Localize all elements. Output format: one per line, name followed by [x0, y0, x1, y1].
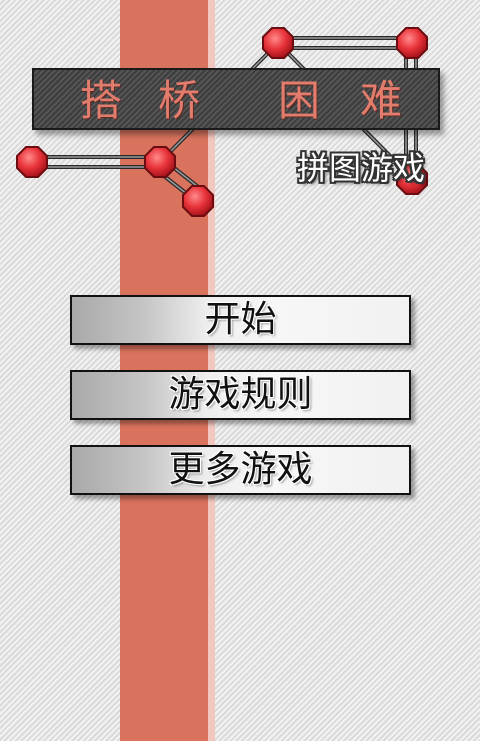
title-banner: 搭 桥 困 难 [32, 68, 440, 130]
title-char: 困 [278, 76, 323, 125]
title-char: 搭 [80, 76, 125, 125]
title-char: 桥 [158, 76, 203, 125]
island-node [262, 27, 294, 59]
start-button[interactable]: 开始 [70, 295, 411, 345]
subtitle: 拼图游戏 [297, 149, 426, 187]
island-node [16, 146, 48, 178]
title-char: 难 [360, 76, 405, 125]
game-rules-button[interactable]: 游戏规则 [70, 370, 411, 420]
island-node [396, 27, 428, 59]
more-games-button[interactable]: 更多游戏 [70, 445, 411, 495]
